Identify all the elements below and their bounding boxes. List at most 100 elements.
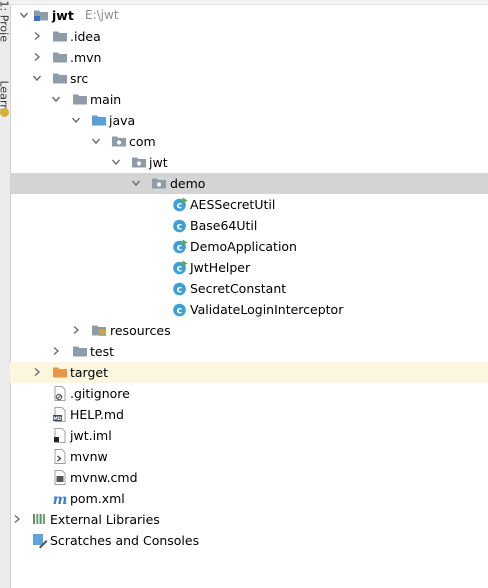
chevron-right-icon[interactable] <box>51 341 65 362</box>
tree-node-external-libraries[interactable]: External Libraries <box>10 509 488 530</box>
tree-node-label: main <box>90 92 122 107</box>
chevron-right-icon[interactable] <box>32 47 46 68</box>
tree-node-label: java <box>109 113 136 128</box>
tree-node-label: External Libraries <box>50 512 160 527</box>
class-runnable-icon: c <box>172 194 188 215</box>
svg-text:m: m <box>53 492 68 507</box>
svg-text:c: c <box>177 201 183 212</box>
tree-node-target[interactable]: target <box>10 362 488 383</box>
tree-node-label: AESSecretUtil <box>190 197 276 212</box>
chevron-down-icon[interactable] <box>32 68 46 89</box>
tree-node-file[interactable]: jwt.iml <box>10 425 488 446</box>
tree-node-label: com <box>129 134 156 149</box>
tree-node-class[interactable]: c JwtHelper <box>10 257 488 278</box>
chevron-down-icon[interactable] <box>19 5 33 26</box>
class-icon: c <box>172 299 188 320</box>
tree-node-demo[interactable]: demo <box>10 173 488 194</box>
tree-node-label: demo <box>170 176 206 191</box>
svg-text:c: c <box>177 306 183 317</box>
folder-icon <box>52 26 68 47</box>
tree-node-root[interactable]: jwt E:\jwt <box>10 5 488 26</box>
tree-node-resources[interactable]: resources <box>10 320 488 341</box>
tree-node-file[interactable]: mvnw.cmd <box>10 467 488 488</box>
tree-node-label: .idea <box>70 29 101 44</box>
learn-tool-tab[interactable]: Learn <box>0 81 10 112</box>
svg-text:c: c <box>177 285 183 296</box>
markdown-file-icon: MD <box>52 404 68 425</box>
tree-node-com[interactable]: com <box>10 131 488 152</box>
project-tree: jwt E:\jwt .idea .mvn src main java com jwt demo c… <box>10 5 488 551</box>
module-path: E:\jwt <box>85 8 119 22</box>
tree-node-java[interactable]: java <box>10 110 488 131</box>
tree-node-mvn[interactable]: .mvn <box>10 47 488 68</box>
tree-node-class[interactable]: c SecretConstant <box>10 278 488 299</box>
tree-node-file[interactable]: MD HELP.md <box>10 404 488 425</box>
tree-node-label: mvnw.cmd <box>70 470 138 485</box>
module-folder-icon <box>33 5 49 26</box>
libraries-icon <box>32 509 48 530</box>
tree-node-file[interactable]: mvnw <box>10 446 488 467</box>
class-icon: c <box>172 278 188 299</box>
class-runnable-icon: c <box>172 236 188 257</box>
class-icon: c <box>172 215 188 236</box>
chevron-right-icon[interactable] <box>32 26 46 47</box>
folder-icon <box>52 47 68 68</box>
tree-node-src[interactable]: src <box>10 68 488 89</box>
script-file-icon <box>52 446 68 467</box>
tree-node-jwt-package[interactable]: jwt <box>10 152 488 173</box>
project-tool-tab[interactable]: 1: Proje <box>0 1 10 42</box>
tree-node-label: test <box>90 344 115 359</box>
tree-node-label: jwt <box>149 155 168 170</box>
folder-icon <box>52 68 68 89</box>
tree-node-idea[interactable]: .idea <box>10 26 488 47</box>
gitignore-file-icon <box>52 383 68 404</box>
package-icon <box>131 152 147 173</box>
tree-node-class[interactable]: c ValidateLoginInterceptor <box>10 299 488 320</box>
tree-node-scratches[interactable]: Scratches and Consoles <box>10 530 488 551</box>
svg-text:c: c <box>177 222 183 233</box>
tree-node-label: Scratches and Consoles <box>50 533 200 548</box>
lightbulb-icon <box>0 108 9 117</box>
tree-node-file[interactable]: m pom.xml <box>10 488 488 509</box>
tree-node-label: resources <box>110 323 171 338</box>
chevron-down-icon[interactable] <box>111 152 125 173</box>
chevron-down-icon[interactable] <box>51 89 65 110</box>
tree-node-label: HELP.md <box>70 407 124 422</box>
chevron-down-icon[interactable] <box>131 173 145 194</box>
tree-node-label: src <box>70 71 89 86</box>
tree-node-label: jwt <box>52 8 74 23</box>
folder-icon <box>72 89 88 110</box>
maven-file-icon: m <box>52 488 68 509</box>
chevron-right-icon[interactable] <box>32 362 46 383</box>
tree-node-class[interactable]: c Base64Util <box>10 215 488 236</box>
resources-folder-icon <box>91 320 107 341</box>
svg-text:c: c <box>177 264 183 275</box>
package-icon <box>151 173 167 194</box>
tree-node-label: .mvn <box>70 50 102 65</box>
tree-node-label: ValidateLoginInterceptor <box>190 302 344 317</box>
tree-node-label: JwtHelper <box>190 260 251 275</box>
tree-node-class[interactable]: c AESSecretUtil <box>10 194 488 215</box>
tree-node-label: target <box>70 365 109 380</box>
chevron-down-icon[interactable] <box>71 110 85 131</box>
tree-node-label: pom.xml <box>70 491 125 506</box>
tree-node-label: mvnw <box>70 449 108 464</box>
package-icon <box>111 131 127 152</box>
tree-node-test[interactable]: test <box>10 341 488 362</box>
chevron-right-icon[interactable] <box>12 509 26 530</box>
tree-node-label: .gitignore <box>70 386 130 401</box>
tree-node-label: jwt.iml <box>70 428 112 443</box>
chevron-down-icon[interactable] <box>91 131 105 152</box>
tree-node-label: DemoApplication <box>190 239 297 254</box>
source-folder-icon <box>91 110 107 131</box>
excluded-folder-icon <box>52 362 68 383</box>
tree-node-class[interactable]: c DemoApplication <box>10 236 488 257</box>
svg-text:c: c <box>177 243 183 254</box>
chevron-right-icon[interactable] <box>71 320 85 341</box>
scratches-icon <box>32 530 48 551</box>
tree-node-label: SecretConstant <box>190 281 287 296</box>
tree-node-file[interactable]: .gitignore <box>10 383 488 404</box>
tree-node-main[interactable]: main <box>10 89 488 110</box>
cmd-file-icon <box>52 467 68 488</box>
folder-icon <box>72 341 88 362</box>
